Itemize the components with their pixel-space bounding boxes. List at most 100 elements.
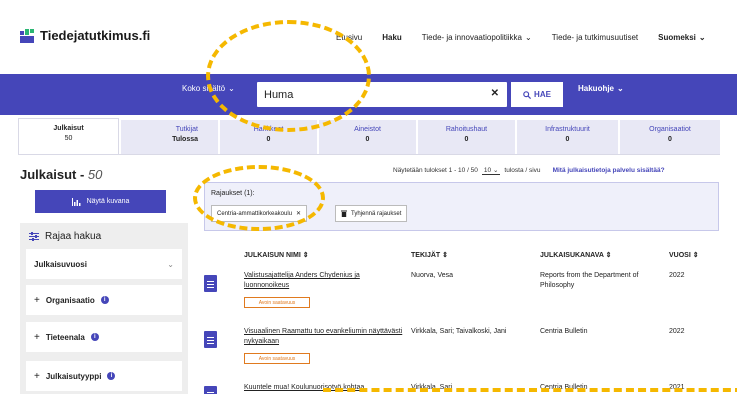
tab-aineistot[interactable]: Aineistot 0: [319, 120, 416, 154]
tab-rahoitushaut[interactable]: Rahoitushaut 0: [418, 120, 515, 154]
chevron-down-icon: ⌄: [492, 167, 499, 174]
document-icon: [204, 331, 217, 348]
pagination-summary: Näytetään tulokset 1 - 10 / 50 10 ⌄ tulo…: [393, 166, 665, 175]
annotation-circle-search: [206, 20, 371, 132]
page-size-value: 10: [483, 167, 492, 174]
tab-count: 0: [365, 136, 370, 143]
trash-icon: [341, 210, 347, 217]
plus-icon: +: [34, 294, 40, 306]
document-icon: [204, 386, 217, 394]
tab-count: 0: [565, 136, 570, 143]
open-access-badge[interactable]: Avoin saatavuus: [244, 353, 310, 364]
tab-label: Julkaisut: [53, 125, 84, 132]
column-header-title[interactable]: JULKAISUN NIMI ⇕: [244, 251, 309, 259]
facet-organisaatio[interactable]: + Organisaatio i: [26, 285, 182, 315]
nav-item-haku[interactable]: Haku: [382, 33, 402, 42]
facet-label: Julkaisutyyppi: [45, 371, 102, 381]
chevron-down-icon: ⌄: [698, 33, 706, 42]
clear-filters-button[interactable]: Tyhjennä rajaukset: [335, 205, 408, 222]
per-page-text: tulosta / sivu: [504, 167, 541, 174]
tab-label: Infrastruktuurit: [545, 126, 590, 133]
info-icon[interactable]: i: [90, 333, 99, 341]
channel-cell: Centria Bulletin: [540, 328, 588, 335]
open-access-label: Avoin saatavuus: [258, 355, 296, 362]
nav-item-news[interactable]: Tiede- ja tutkimusuutiset: [552, 33, 638, 42]
publication-title-link[interactable]: Visuaalinen Raamattu tuo evankeliumin nä…: [244, 327, 404, 347]
show-as-chart-button[interactable]: Näytä kuvana: [35, 190, 166, 213]
tab-label: Tutkijat: [175, 126, 198, 133]
annotation-circle-filter: [193, 165, 325, 231]
tab-tutkijat[interactable]: Tutkijat Tulossa: [121, 120, 218, 154]
tab-label: Aineistot: [354, 126, 381, 133]
chevron-down-icon: ⌄: [525, 33, 532, 42]
tab-label: Organisaatiot: [649, 126, 691, 133]
bar-chart-icon: [71, 197, 81, 206]
result-count: 50: [87, 167, 103, 182]
tab-label: Rahoitushaut: [445, 126, 488, 133]
channel-cell: Reports from the Department of Philosoph…: [540, 272, 639, 289]
facet-label: Tieteenala: [45, 332, 85, 342]
facet-label: Julkaisuvuosi: [34, 259, 87, 269]
year-cell: 2022: [669, 328, 685, 335]
facet-julkaisuvuosi[interactable]: Julkaisuvuosi ⌄: [26, 249, 182, 279]
tab-infrastruktuurit[interactable]: Infrastruktuurit 0: [517, 120, 618, 154]
authors-cell: Virkkala, Sari; Taivalkoski, Jani: [411, 328, 507, 335]
plus-icon: +: [34, 370, 40, 382]
sort-icon: ⇕: [605, 252, 612, 259]
language-label: Suomeksi: [658, 33, 696, 42]
tab-count: 0: [668, 136, 672, 143]
column-header-authors[interactable]: TEKIJÄT ⇕: [411, 251, 448, 259]
page-size-select[interactable]: 10 ⌄: [481, 166, 501, 175]
close-icon[interactable]: ✕: [491, 88, 499, 99]
column-header-channel[interactable]: JULKAISUKANAVA ⇕: [540, 251, 611, 259]
document-icon: [204, 275, 217, 292]
search-icon: [523, 90, 532, 99]
refine-title: Rajaa hakua: [45, 231, 102, 242]
tab-julkaisut[interactable]: Julkaisut 50: [18, 118, 119, 154]
search-button-label: HAE: [534, 90, 551, 99]
tab-organisaatiot[interactable]: Organisaatiot 0: [620, 120, 720, 154]
tab-count: Tulossa: [172, 136, 198, 143]
search-help-toggle[interactable]: Hakuohje ⌄: [578, 84, 624, 93]
open-access-label: Avoin saatavuus: [258, 299, 296, 306]
tabs-divider: [18, 154, 720, 155]
plus-icon: +: [34, 331, 40, 343]
show-as-chart-label: Näytä kuvana: [86, 198, 130, 205]
year-cell: 2022: [669, 272, 685, 279]
annotation-dashed-line: [323, 388, 737, 392]
sort-icon: ⇕: [442, 252, 448, 259]
nav-item-policy[interactable]: Tiede- ja innovaatiopolitiikka ⌄: [422, 33, 532, 42]
facet-label: Organisaatio: [45, 295, 95, 305]
filter-sidebar: Rajaa hakua Julkaisuvuosi ⌄ + Organisaat…: [20, 223, 188, 394]
nav-item-policy-label: Tiede- ja innovaatiopolitiikka: [421, 33, 522, 42]
language-selector[interactable]: Suomeksi ⌄: [658, 33, 706, 42]
column-header-label: TEKIJÄT: [411, 252, 441, 259]
site-logo[interactable]: Tiedejatutkimus.fi: [20, 28, 150, 43]
chevron-down-icon: ⌄: [167, 259, 174, 269]
info-link[interactable]: Mitä julkaisutietoja palvelu sisältää?: [553, 167, 665, 174]
search-button[interactable]: HAE: [511, 82, 563, 107]
facet-julkaisutyyppi[interactable]: + Julkaisutyyppi i: [26, 361, 182, 391]
sort-icon: ⇕: [692, 252, 699, 259]
open-access-badge[interactable]: Avoin saatavuus: [244, 297, 310, 308]
sliders-icon: [29, 232, 39, 241]
info-icon[interactable]: i: [107, 372, 116, 380]
tab-count: 50: [64, 135, 73, 142]
showing-text: Näytetään tulokset 1 - 10 / 50: [393, 167, 478, 174]
facet-tieteenala[interactable]: + Tieteenala i: [26, 322, 182, 352]
publication-title-link[interactable]: Valistusajattelija Anders Chydenius ja l…: [244, 271, 404, 291]
column-header-label: JULKAISUN NIMI: [244, 252, 301, 259]
column-header-year[interactable]: VUOSI ⇕: [669, 251, 699, 259]
clear-filters-label: Tyhjennä rajaukset: [351, 210, 402, 217]
main-nav: Etusivu Haku Tiede- ja innovaatiopolitii…: [336, 33, 706, 42]
page-title-text: Julkaisut -: [20, 167, 88, 182]
column-header-label: JULKAISUKANAVA: [540, 252, 604, 259]
site-logo-text: Tiedejatutkimus.fi: [40, 28, 151, 43]
column-header-label: VUOSI: [669, 252, 691, 259]
tab-count: 0: [464, 136, 469, 143]
page-title: Julkaisut - 50: [20, 167, 102, 182]
authors-cell: Nuorva, Vesa: [411, 272, 454, 279]
result-tabs: Julkaisut 50 Tutkijat Tulossa Hankkeet 0…: [18, 118, 720, 154]
sort-icon: ⇕: [302, 252, 309, 259]
info-icon[interactable]: i: [100, 296, 109, 304]
